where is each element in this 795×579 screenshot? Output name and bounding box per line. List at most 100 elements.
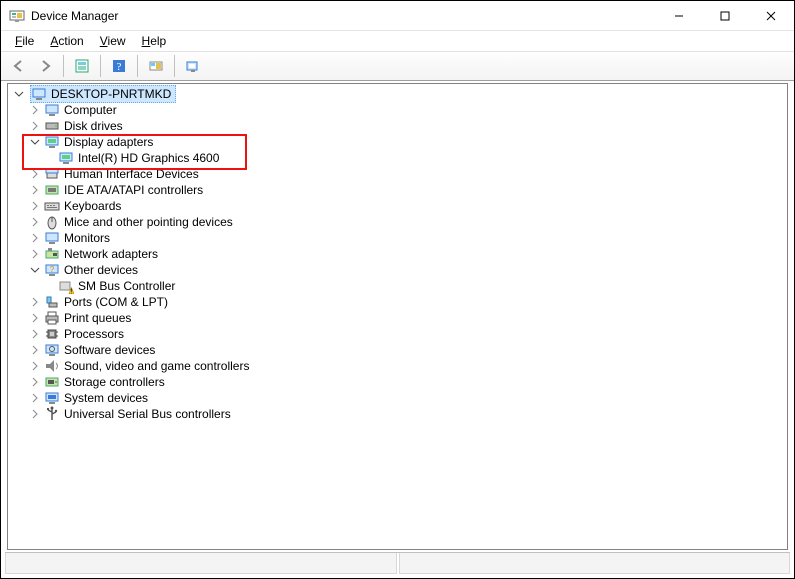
tree-item-print-queues[interactable]: Print queues xyxy=(8,310,787,326)
tree-item-ide[interactable]: IDE ATA/ATAPI controllers xyxy=(8,182,787,198)
mouse-icon xyxy=(44,214,60,230)
chevron-down-icon[interactable] xyxy=(28,135,42,149)
tree-item-disk-drives[interactable]: Disk drives xyxy=(8,118,787,134)
software-icon xyxy=(44,342,60,358)
scan-button[interactable] xyxy=(144,54,168,78)
chevron-right-icon[interactable] xyxy=(28,343,42,357)
printer-icon xyxy=(44,310,60,326)
tree-item-label: Storage controllers xyxy=(64,374,165,390)
tree-item-hid[interactable]: Human Interface Devices xyxy=(8,166,787,182)
display-adapter-icon xyxy=(58,150,74,166)
toolbar-separator xyxy=(137,55,138,77)
showhidden-button[interactable] xyxy=(181,54,205,78)
tree-root-row[interactable]: DESKTOP-PNRTMKD xyxy=(8,86,787,102)
chevron-down-icon[interactable] xyxy=(12,87,26,101)
chevron-right-icon[interactable] xyxy=(28,295,42,309)
tree-item-label: Disk drives xyxy=(64,118,123,134)
menu-help[interactable]: Help xyxy=(136,33,173,49)
disk-icon xyxy=(44,118,60,134)
tree-item-label: Intel(R) HD Graphics 4600 xyxy=(78,150,219,166)
tree-item-label: Human Interface Devices xyxy=(64,166,199,182)
chevron-right-icon[interactable] xyxy=(28,167,42,181)
sound-icon xyxy=(44,358,60,374)
tree-item-sound[interactable]: Sound, video and game controllers xyxy=(8,358,787,374)
keyboard-icon xyxy=(44,198,60,214)
chevron-right-icon[interactable] xyxy=(28,119,42,133)
chevron-right-icon[interactable] xyxy=(28,359,42,373)
network-icon xyxy=(44,246,60,262)
titlebar: Device Manager xyxy=(1,1,794,31)
properties-button[interactable] xyxy=(70,54,94,78)
help-button[interactable]: ? xyxy=(107,54,131,78)
tree-item-label: Print queues xyxy=(64,310,131,326)
chevron-right-icon[interactable] xyxy=(28,375,42,389)
tree-item-label: IDE ATA/ATAPI controllers xyxy=(64,182,203,198)
tree-item-other-child[interactable]: ! SM Bus Controller xyxy=(8,278,787,294)
tree-item-label: System devices xyxy=(64,390,148,406)
tree-item-network[interactable]: Network adapters xyxy=(8,246,787,262)
tree-item-storage[interactable]: Storage controllers xyxy=(8,374,787,390)
tree-item-keyboards[interactable]: Keyboards xyxy=(8,198,787,214)
tree-item-mice[interactable]: Mice and other pointing devices xyxy=(8,214,787,230)
device-tree[interactable]: DESKTOP-PNRTMKD Computer Disk drives Dis… xyxy=(7,83,788,550)
chevron-right-icon[interactable] xyxy=(28,215,42,229)
maximize-button[interactable] xyxy=(702,1,748,31)
close-button[interactable] xyxy=(748,1,794,31)
svg-text:?: ? xyxy=(117,61,122,73)
tree-item-computer[interactable]: Computer xyxy=(8,102,787,118)
tree-item-ports[interactable]: Ports (COM & LPT) xyxy=(8,294,787,310)
menubar: File Action View Help xyxy=(1,31,794,51)
statusbar xyxy=(5,552,790,574)
forward-button[interactable] xyxy=(33,54,57,78)
cpu-icon xyxy=(44,326,60,342)
tree-item-label: Keyboards xyxy=(64,198,121,214)
chevron-right-icon[interactable] xyxy=(28,103,42,117)
chevron-right-icon[interactable] xyxy=(28,391,42,405)
chevron-right-icon[interactable] xyxy=(28,311,42,325)
tree-item-label: SM Bus Controller xyxy=(78,278,175,294)
menu-view[interactable]: View xyxy=(94,33,132,49)
menu-action[interactable]: Action xyxy=(44,33,89,49)
tree-item-label: Universal Serial Bus controllers xyxy=(64,406,231,422)
chevron-down-icon[interactable] xyxy=(28,263,42,277)
other-device-icon: ? xyxy=(44,262,60,278)
tree-item-label: Display adapters xyxy=(64,134,153,150)
chevron-right-icon[interactable] xyxy=(28,327,42,341)
chevron-right-icon[interactable] xyxy=(28,199,42,213)
storage-icon xyxy=(44,374,60,390)
tree-item-display-child[interactable]: Intel(R) HD Graphics 4600 xyxy=(8,150,787,166)
usb-icon xyxy=(44,406,60,422)
tree-item-label: Computer xyxy=(64,102,117,118)
toolbar-separator xyxy=(100,55,101,77)
chevron-right-icon[interactable] xyxy=(28,247,42,261)
tree-item-label: Sound, video and game controllers xyxy=(64,358,249,374)
tree-item-software[interactable]: Software devices xyxy=(8,342,787,358)
tree-item-label: Mice and other pointing devices xyxy=(64,214,233,230)
computer-icon xyxy=(44,102,60,118)
chevron-right-icon[interactable] xyxy=(28,407,42,421)
tree-item-label: Processors xyxy=(64,326,124,342)
tree-item-label: Monitors xyxy=(64,230,110,246)
tree-item-display-adapters[interactable]: Display adapters xyxy=(8,134,787,150)
display-adapter-icon xyxy=(44,134,60,150)
tree-item-monitors[interactable]: Monitors xyxy=(8,230,787,246)
tree-item-other[interactable]: ? Other devices xyxy=(8,262,787,278)
tree-root-label: DESKTOP-PNRTMKD xyxy=(51,86,171,102)
tree-item-usb[interactable]: Universal Serial Bus controllers xyxy=(8,406,787,422)
computer-root-icon xyxy=(31,86,47,102)
statusbar-cell xyxy=(399,553,791,574)
ide-icon xyxy=(44,182,60,198)
minimize-button[interactable] xyxy=(656,1,702,31)
chevron-right-icon[interactable] xyxy=(28,183,42,197)
system-icon xyxy=(44,390,60,406)
statusbar-cell xyxy=(5,553,397,574)
hid-icon xyxy=(44,166,60,182)
port-icon xyxy=(44,294,60,310)
tree-item-system[interactable]: System devices xyxy=(8,390,787,406)
tree-item-label: Software devices xyxy=(64,342,155,358)
chevron-right-icon[interactable] xyxy=(28,231,42,245)
menu-file[interactable]: File xyxy=(9,33,40,49)
tree-item-processors[interactable]: Processors xyxy=(8,326,787,342)
back-button[interactable] xyxy=(7,54,31,78)
svg-text:?: ? xyxy=(50,265,55,274)
